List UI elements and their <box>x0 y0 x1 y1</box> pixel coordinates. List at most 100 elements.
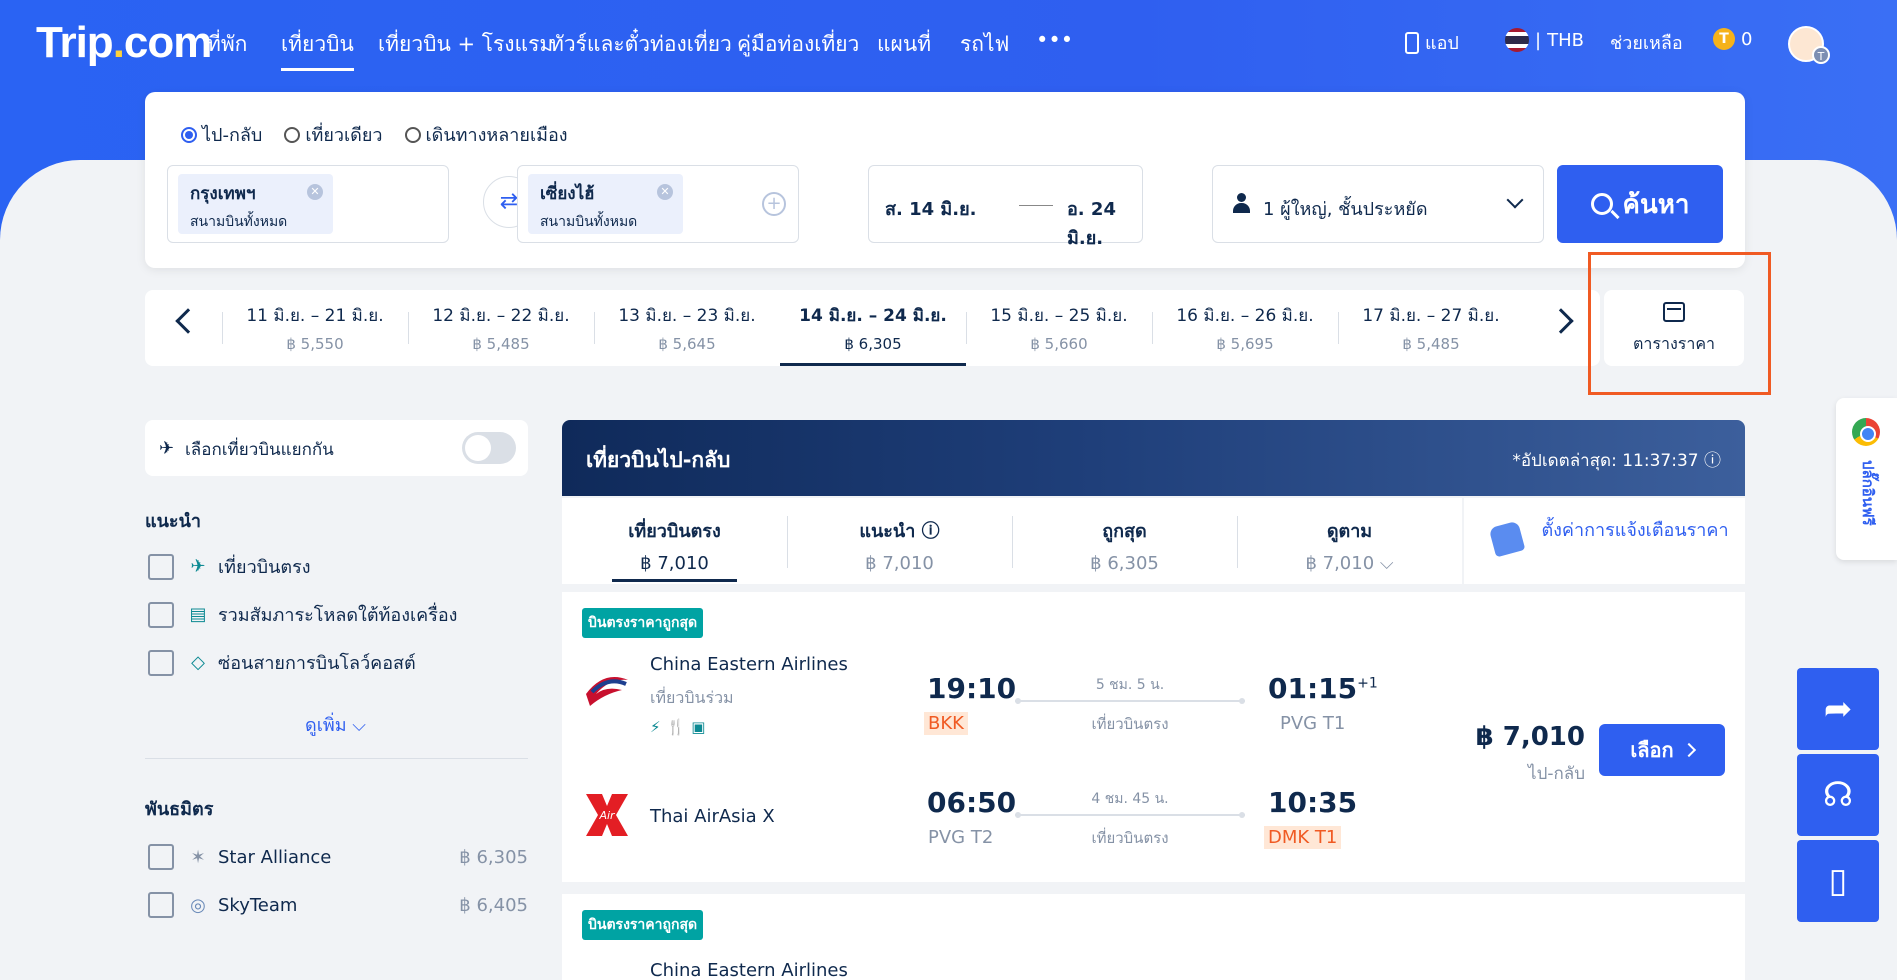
destination-field[interactable]: เซี่ยงไฮ้ สนามบินทั้งหมด ✕ + <box>517 165 799 243</box>
alliance-heading: พันธมิตร <box>145 799 214 820</box>
checkbox[interactable] <box>148 649 174 676</box>
chevron-right-icon <box>1681 742 1696 758</box>
filter-alliance[interactable]: ◎ SkyTeam ฿ 6,405 <box>148 892 528 918</box>
nav-hotels[interactable]: ที่พัก <box>207 28 247 61</box>
flight-type: เที่ยวบินตรง <box>1091 715 1169 733</box>
filter-baggage[interactable]: ▤ รวมสัมภาระโหลดใต้ท้องเครื่อง <box>148 600 528 629</box>
select-flight-button[interactable]: เลือก <box>1599 724 1725 776</box>
airasia-logo-icon: Air <box>586 794 628 836</box>
origin-field[interactable]: กรุงเทพฯ สนามบินทั้งหมด ✕ <box>167 165 449 243</box>
nav-travel-guide[interactable]: คู่มือท่องเที่ยว <box>737 28 859 61</box>
clear-destination-icon[interactable]: ✕ <box>657 184 673 200</box>
date-dash <box>1019 205 1053 206</box>
nav-flight-hotel[interactable]: เที่ยวบิน + โรงแรม <box>378 28 553 61</box>
trip-logo[interactable]: Trip.com <box>36 18 212 68</box>
chrome-extension-tab[interactable]: ปลั๊กอินฟรี <box>1836 398 1897 560</box>
results-title: เที่ยวบินไป-กลับ <box>586 448 731 472</box>
chrome-icon <box>1852 418 1880 446</box>
luggage-icon: ▤ <box>189 604 207 625</box>
support-icon[interactable]: ☊ <box>1797 754 1879 836</box>
arrive-time: 10:35 <box>1268 786 1358 819</box>
flight-duration: 5 ชม. 5 น. <box>1095 677 1165 693</box>
trip-type-roundtrip[interactable]: ไป-กลับ <box>181 120 262 149</box>
filter-alliance[interactable]: ✶ Star Alliance ฿ 6,305 <box>148 844 528 870</box>
avatar[interactable]: T <box>1788 26 1830 64</box>
clear-origin-icon[interactable]: ✕ <box>307 184 323 200</box>
china-eastern-logo-icon <box>586 677 628 706</box>
trip-type-group: ไป-กลับ เที่ยวเดียว เดินทางหลายเมือง <box>181 120 568 149</box>
filter-direct[interactable]: ✈ เที่ยวบินตรง <box>148 552 528 581</box>
tab-direct[interactable]: เที่ยวบินตรง฿ 7,010 <box>562 498 787 584</box>
checkbox[interactable] <box>148 892 174 918</box>
cheapest-direct-tag: บินตรงราคาถูกสุด <box>582 910 704 940</box>
bell-icon <box>1488 520 1526 558</box>
chevron-right-icon[interactable] <box>1548 308 1574 334</box>
show-more-link[interactable]: ดูเพิ่ม ⌵ <box>305 710 366 739</box>
separate-flights-card: ✈ เลือกเที่ยวบินแยกกัน <box>145 420 528 476</box>
skyteam-icon: ◎ <box>190 894 206 916</box>
radio-checked-icon <box>181 126 197 143</box>
depart-airport: BKK <box>924 712 968 735</box>
tab-recommended[interactable]: แนะนำ ⓘ ฿ 7,010 <box>787 498 1012 584</box>
separate-flights-toggle[interactable] <box>462 432 516 464</box>
checkbox[interactable] <box>148 553 174 580</box>
plane-icon: ✈ <box>159 438 175 459</box>
coin-icon: T <box>1713 28 1735 50</box>
nav-app[interactable]: แอป <box>1405 28 1459 57</box>
avatar-badge: T <box>1812 46 1830 64</box>
nav-trains[interactable]: รถไฟ <box>960 28 1009 61</box>
nav-tours-tickets[interactable]: ทัวร์และตั๋วท่องเที่ยว <box>550 28 732 61</box>
tab-cheapest[interactable]: ถูกสุด฿ 6,305 <box>1012 498 1237 584</box>
arrive-airport: DMK T1 <box>1264 826 1342 849</box>
divider <box>145 758 528 759</box>
tab-sort-by[interactable]: ดูตาม฿ 7,010 ⌵ <box>1237 498 1462 584</box>
star-alliance-icon: ✶ <box>190 846 206 868</box>
thai-flag-icon <box>1505 28 1529 52</box>
destination-city: เซี่ยงไฮ้ <box>540 184 595 204</box>
date-option[interactable]: 12 มิ.ย. – 22 มิ.ย. ฿ 5,485 <box>408 290 594 366</box>
date-option[interactable]: 15 มิ.ย. – 25 มิ.ย. ฿ 5,660 <box>966 290 1152 366</box>
chevron-left-icon[interactable] <box>175 308 201 334</box>
checkbox[interactable] <box>148 844 174 870</box>
flight-price: ฿ 7,010 <box>1475 722 1585 752</box>
filter-hide-lowcost[interactable]: ◇ ซ่อนสายการบินโลว์คอสต์ <box>148 648 528 677</box>
nav-flights[interactable]: เที่ยวบิน <box>281 28 354 71</box>
destination-chip: เซี่ยงไฮ้ สนามบินทั้งหมด ✕ <box>528 174 683 234</box>
flight-card[interactable]: บินตรงราคาถูกสุด China Eastern Airlines <box>562 894 1745 980</box>
trip-type-oneway[interactable]: เที่ยวเดียว <box>284 120 383 149</box>
origin-city: กรุงเทพฯ <box>190 184 256 204</box>
takeoff-icon: ✈ <box>190 556 206 577</box>
phone-icon <box>1405 31 1419 54</box>
passenger-summary: 1 ผู้ใหญ่, ชั้นประหยัด <box>1263 199 1428 220</box>
flight-type: เที่ยวบินตรง <box>1091 829 1169 847</box>
date-option[interactable]: 17 มิ.ย. – 27 มิ.ย. ฿ 5,485 <box>1338 290 1524 366</box>
arrive-time: 01:15+1 <box>1268 672 1378 705</box>
date-strip: 11 มิ.ย. – 21 มิ.ย. ฿ 5,550 12 มิ.ย. – 22… <box>145 290 1600 366</box>
flight-card[interactable]: บินตรงราคาถูกสุด China Eastern Airlines … <box>562 592 1745 882</box>
date-option[interactable]: 16 มิ.ย. – 26 มิ.ย. ฿ 5,695 <box>1152 290 1338 366</box>
date-option-selected[interactable]: 14 มิ.ย. – 24 มิ.ย. ฿ 6,305 <box>780 290 966 366</box>
nav-more-icon[interactable]: ••• <box>1036 28 1073 52</box>
trip-type-multicity[interactable]: เดินทางหลายเมือง <box>404 120 568 149</box>
add-destination-icon[interactable]: + <box>762 192 786 216</box>
tab-underline <box>612 579 737 582</box>
search-button[interactable]: ค้นหา <box>1557 165 1723 243</box>
nav-help[interactable]: ช่วยเหลือ <box>1610 28 1683 57</box>
results-header: เที่ยวบินไป-กลับ *อัปเดตล่าสุด: 11:37:37… <box>562 420 1745 496</box>
date-field[interactable]: ส. 14 มิ.ย. อ. 24 มิ.ย. <box>868 165 1143 249</box>
passenger-field[interactable]: 1 ผู้ใหญ่, ชั้นประหยัด <box>1212 165 1544 243</box>
last-updated: *อัปเดตล่าสุด: 11:37:37 ⓘ <box>1512 451 1721 471</box>
date-option[interactable]: 11 มิ.ย. – 21 มิ.ย. ฿ 5,550 <box>222 290 408 366</box>
checkbox[interactable] <box>148 601 174 628</box>
nav-coins[interactable]: T0 <box>1713 28 1752 50</box>
price-alert-button[interactable]: ตั้งค่าการแจ้งเตือนราคา <box>1464 498 1745 584</box>
share-icon[interactable]: ➦ <box>1797 668 1879 750</box>
highlight-box <box>1588 252 1771 395</box>
date-option[interactable]: 13 มิ.ย. – 23 มิ.ย. ฿ 5,645 <box>594 290 780 366</box>
flight-line <box>1015 812 1245 818</box>
depart-airport: PVG T2 <box>928 827 994 848</box>
mobile-icon[interactable]: ▯ <box>1797 840 1879 922</box>
nav-map[interactable]: แผนที่ <box>877 28 931 61</box>
nav-currency[interactable]: | THB <box>1505 28 1584 52</box>
chevron-down-icon <box>1506 191 1524 209</box>
